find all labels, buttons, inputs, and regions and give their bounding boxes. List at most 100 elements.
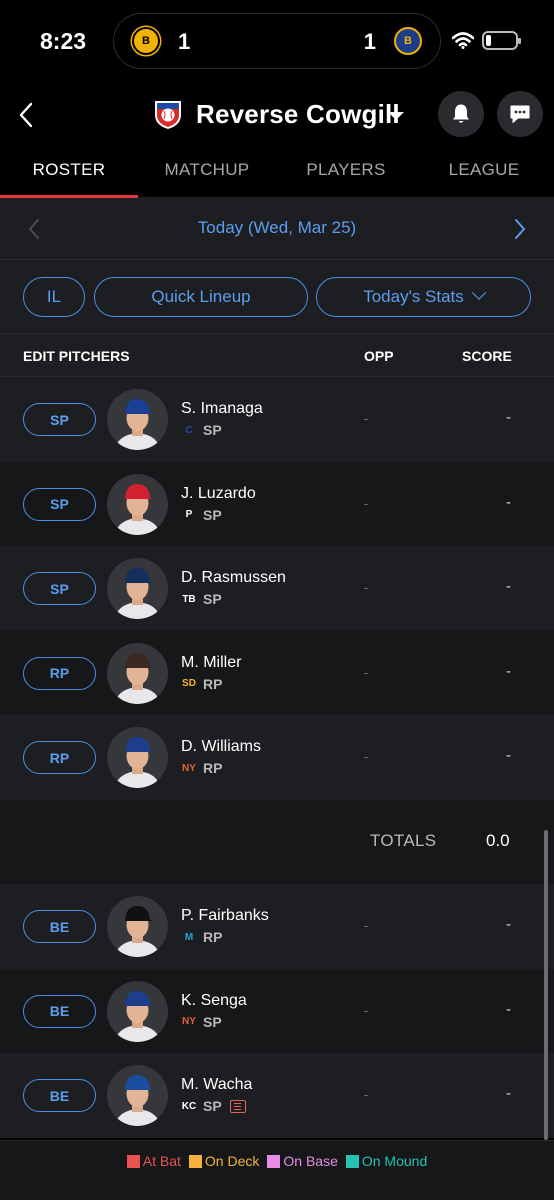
messages-button[interactable]: [497, 91, 543, 137]
player-name[interactable]: M. Miller: [181, 654, 241, 672]
slot-button[interactable]: RP: [23, 656, 96, 690]
player-headshot[interactable]: [107, 389, 168, 450]
back-chevron-icon[interactable]: [16, 100, 36, 130]
marlins-logo: M: [184, 931, 194, 943]
section-tabs: ROSTER MATCHUP PLAYERS LEAGUE: [0, 146, 554, 198]
opp-header: OPP: [364, 348, 394, 364]
team-logo: [155, 101, 181, 129]
quick-lineup-button[interactable]: Quick Lineup: [94, 277, 308, 317]
score-value: -: [506, 916, 511, 933]
home-score: 1: [363, 29, 376, 54]
opponent-value: -: [364, 918, 369, 933]
player-headshot[interactable]: [107, 642, 168, 704]
player-headshot[interactable]: [107, 727, 168, 788]
player-row[interactable]: SP S. Imanaga C SP - -: [0, 377, 554, 462]
slot-button[interactable]: BE: [23, 994, 96, 1028]
tab-matchup[interactable]: MATCHUP: [138, 146, 276, 198]
current-date[interactable]: Today (Wed, Mar 25): [0, 218, 554, 238]
tab-roster[interactable]: ROSTER: [0, 146, 138, 198]
slot-button[interactable]: SP: [23, 487, 96, 521]
news-icon[interactable]: [229, 1099, 246, 1113]
padres-logo: SD: [182, 678, 196, 689]
next-day-icon[interactable]: [512, 218, 528, 240]
legend-at-bat: At Bat: [126, 1153, 181, 1200]
edit-pitchers-header[interactable]: EDIT PITCHERS: [23, 348, 130, 364]
player-position: SP: [203, 506, 222, 523]
player-position: RP: [203, 760, 223, 776]
score-value: -: [506, 1085, 511, 1102]
player-row[interactable]: SP J. Luzardo P SP - -: [0, 461, 554, 546]
legend-swatch: [267, 1155, 281, 1168]
stats-dropdown-label: Today's Stats: [363, 287, 464, 306]
player-name[interactable]: S. Imanaga: [181, 400, 263, 418]
chat-icon: [510, 105, 530, 123]
player-name[interactable]: P. Fairbanks: [181, 907, 269, 925]
score-value: -: [506, 578, 511, 595]
dropdown-caret-icon[interactable]: [388, 112, 404, 120]
player-row[interactable]: RP D. Williams NY RP - -: [0, 715, 554, 800]
player-name[interactable]: D. Rasmussen: [181, 569, 286, 587]
slot-button[interactable]: RP: [23, 741, 96, 774]
opponent-value: -: [364, 495, 369, 511]
opponent-value: -: [364, 1002, 369, 1018]
player-position: SP: [203, 591, 222, 607]
away-score: 1: [178, 29, 191, 54]
battery-icon: [482, 31, 521, 50]
player-headshot[interactable]: [107, 1065, 168, 1126]
player-headshot[interactable]: [107, 473, 168, 535]
player-row[interactable]: RP M. Miller SD RP - -: [0, 630, 554, 715]
player-name[interactable]: D. Williams: [181, 738, 261, 756]
player-headshot[interactable]: [107, 896, 168, 957]
team-name[interactable]: Reverse Cowgill: [196, 99, 400, 130]
opponent-value: -: [364, 1087, 369, 1102]
player-position: RP: [203, 929, 223, 945]
score-value: -: [506, 1000, 511, 1018]
player-headshot[interactable]: [107, 980, 168, 1042]
column-header: EDIT PITCHERS OPP SCORE: [0, 334, 554, 377]
roster-list: SP S. Imanaga C SP - - SP J. Luzardo P SP - - SP D. R…: [0, 377, 554, 1138]
player-info: TB SP: [181, 591, 222, 607]
player-row[interactable]: SP D. Rasmussen TB SP - -: [0, 546, 554, 631]
legend-swatch: [126, 1155, 140, 1168]
player-headshot[interactable]: [107, 558, 168, 619]
player-info: P SP: [181, 507, 222, 523]
live-score-island[interactable]: B 1 1 B: [113, 13, 441, 69]
player-name[interactable]: J. Luzardo: [181, 485, 256, 503]
opponent-value: -: [364, 411, 369, 426]
slot-button[interactable]: SP: [23, 572, 96, 605]
player-info: M RP: [181, 929, 223, 945]
score-value: -: [506, 493, 511, 511]
player-name[interactable]: K. Senga: [181, 992, 247, 1010]
phillies-logo: P: [185, 509, 193, 520]
player-info: C SP: [181, 422, 221, 438]
player-info: KC SP: [181, 1098, 246, 1114]
filter-bar: IL Quick Lineup Today's Stats: [0, 260, 554, 334]
player-row[interactable]: BE P. Fairbanks M RP - -: [0, 884, 554, 969]
score-value: -: [506, 662, 511, 680]
team-header: Reverse Cowgill: [0, 84, 554, 146]
opponent-value: -: [364, 580, 369, 595]
totals-label: TOTALS: [370, 830, 437, 850]
scrollbar[interactable]: [544, 830, 548, 1140]
tab-players[interactable]: PLAYERS: [277, 146, 415, 198]
player-row[interactable]: BE K. Senga NY SP - -: [0, 968, 554, 1053]
legend-on-deck: On Deck: [188, 1153, 259, 1200]
royals-logo: KC: [181, 1100, 197, 1112]
bruins-logo: B: [132, 27, 160, 55]
tab-league[interactable]: LEAGUE: [415, 146, 553, 198]
il-button[interactable]: IL: [23, 277, 85, 317]
player-position: SP: [203, 1098, 222, 1114]
player-name[interactable]: M. Wacha: [181, 1076, 252, 1094]
score-value: -: [506, 747, 511, 764]
slot-button[interactable]: BE: [23, 910, 96, 943]
player-row[interactable]: BE M. Wacha KC SP - -: [0, 1053, 554, 1138]
player-position: SP: [203, 1013, 222, 1030]
player-info: NY RP: [181, 760, 222, 776]
score-value: -: [506, 409, 511, 426]
slot-button[interactable]: BE: [23, 1079, 96, 1112]
notifications-button[interactable]: [438, 91, 484, 137]
legend-on-mound: On Mound: [345, 1153, 427, 1200]
status-legend: At Bat On Deck On Base On Mound: [0, 1140, 554, 1200]
stats-dropdown[interactable]: Today's Stats: [316, 277, 531, 317]
slot-button[interactable]: SP: [23, 403, 96, 436]
